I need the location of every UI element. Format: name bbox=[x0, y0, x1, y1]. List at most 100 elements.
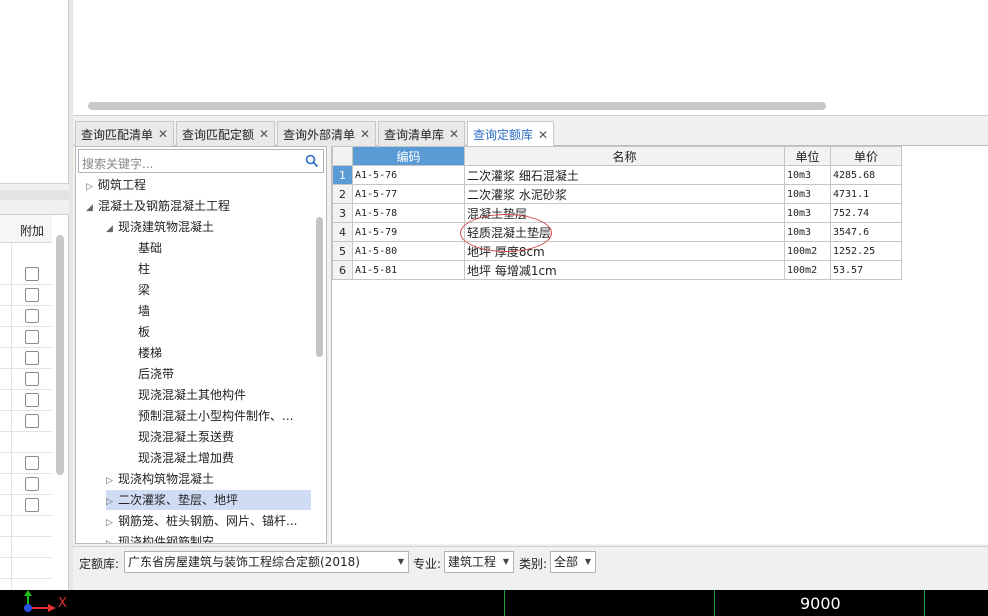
cell-name[interactable]: 地坪 每增减1cm bbox=[464, 260, 785, 280]
column-header-code[interactable]: 编码 bbox=[352, 146, 465, 166]
left-grid-row bbox=[0, 264, 52, 285]
attach-checkbox[interactable] bbox=[25, 372, 39, 386]
tab-quota-library[interactable]: 查询定额库 ✕ bbox=[467, 121, 555, 147]
cell-code[interactable]: A1-5-81 bbox=[352, 260, 465, 280]
cell-price[interactable]: 752.74 bbox=[830, 203, 902, 223]
table-row[interactable]: 1 A1-5-76 二次灌浆 细石混凝土 10m3 4285.68 bbox=[332, 165, 902, 185]
status-bar: X 9000 bbox=[0, 590, 988, 616]
close-icon[interactable]: ✕ bbox=[158, 127, 168, 141]
table-row[interactable]: 5 A1-5-80 地坪 厚度8cm 100m2 1252.25 bbox=[332, 241, 902, 261]
tree-scrollbar[interactable] bbox=[316, 217, 323, 357]
tree-node-column[interactable]: 柱 bbox=[138, 259, 150, 279]
horizontal-scrollbar[interactable] bbox=[88, 102, 826, 110]
cell-unit[interactable]: 10m3 bbox=[784, 203, 831, 223]
attach-column-header: 附加 bbox=[20, 224, 45, 238]
cell-price[interactable]: 3547.6 bbox=[830, 222, 902, 242]
cell-unit[interactable]: 100m2 bbox=[784, 260, 831, 280]
attach-checkbox[interactable] bbox=[25, 288, 39, 302]
cell-price[interactable]: 4731.1 bbox=[830, 184, 902, 204]
attach-checkbox[interactable] bbox=[25, 414, 39, 428]
tab-list-library[interactable]: 查询清单库 ✕ bbox=[378, 121, 466, 146]
tree-node-rebar-install[interactable]: ▷ 现浇构件钢筋制安 bbox=[106, 532, 215, 544]
tree-node-label: 梁 bbox=[138, 283, 151, 297]
tree-node-pumping-fee[interactable]: 现浇混凝土泵送费 bbox=[138, 427, 234, 447]
tree-node-foundation[interactable]: 基础 bbox=[138, 238, 162, 258]
cell-unit[interactable]: 10m3 bbox=[784, 184, 831, 204]
left-grid-row bbox=[0, 411, 52, 432]
specialty-select[interactable]: 建筑工程 ▼ bbox=[444, 551, 514, 573]
cell-unit[interactable]: 10m3 bbox=[784, 165, 831, 185]
cell-name[interactable]: 二次灌浆 水泥砂浆 bbox=[464, 184, 785, 204]
table-row[interactable]: 6 A1-5-81 地坪 每增减1cm 100m2 53.57 bbox=[332, 260, 902, 280]
tree-node-label: 现浇混凝土泵送费 bbox=[138, 430, 235, 444]
expand-arrow-icon[interactable]: ▷ bbox=[106, 534, 118, 543]
attach-checkbox[interactable] bbox=[25, 309, 39, 323]
tab-external-list[interactable]: 查询外部清单 ✕ bbox=[277, 121, 377, 146]
table-row[interactable]: 4 A1-5-79 轻质混凝土垫层 10m3 3547.6 bbox=[332, 222, 902, 242]
attach-checkbox[interactable] bbox=[25, 330, 39, 344]
search-input[interactable]: 搜索关键字... bbox=[78, 149, 324, 173]
tree-node-cast-building[interactable]: ◢ 现浇建筑物混凝土 bbox=[106, 217, 214, 237]
close-icon[interactable]: ✕ bbox=[360, 127, 370, 141]
tree-node-wall[interactable]: 墙 bbox=[138, 301, 150, 321]
search-icon[interactable] bbox=[305, 154, 319, 168]
cell-unit[interactable]: 10m3 bbox=[784, 222, 831, 242]
cell-price[interactable]: 53.57 bbox=[830, 260, 902, 280]
tree-node-cast-structure[interactable]: ▷ 现浇构筑物混凝土 bbox=[106, 469, 214, 489]
tree-node-post-pour-strip[interactable]: 后浇带 bbox=[138, 364, 174, 384]
tree-node-other-components[interactable]: 现浇混凝土其他构件 bbox=[138, 385, 246, 405]
tree-node-label: 现浇构件钢筋制安 bbox=[118, 535, 215, 544]
cell-code[interactable]: A1-5-80 bbox=[352, 241, 465, 261]
cell-price[interactable]: 4285.68 bbox=[830, 165, 902, 185]
attach-checkbox[interactable] bbox=[25, 456, 39, 470]
close-icon[interactable]: ✕ bbox=[449, 127, 459, 141]
expand-arrow-icon[interactable]: ▷ bbox=[106, 492, 118, 512]
cell-name[interactable]: 二次灌浆 细石混凝土 bbox=[464, 165, 785, 185]
tree-node-grouting-selected[interactable]: ▷ 二次灌浆、垫层、地坪 bbox=[106, 490, 311, 510]
attach-checkbox[interactable] bbox=[25, 267, 39, 281]
tree-node-beam[interactable]: 梁 bbox=[138, 280, 150, 300]
tab-bar: 查询匹配清单 ✕ 查询匹配定额 ✕ 查询外部清单 ✕ 查询清单库 ✕ 查询定额库 ✕ bbox=[73, 118, 988, 147]
tree-node-precast-small[interactable]: 预制混凝土小型构件制作、... bbox=[138, 406, 293, 426]
tab-match-quota[interactable]: 查询匹配定额 ✕ bbox=[176, 121, 276, 146]
attach-checkbox[interactable] bbox=[25, 393, 39, 407]
tab-match-list[interactable]: 查询匹配清单 ✕ bbox=[75, 121, 175, 146]
tree-node-slab[interactable]: 板 bbox=[138, 322, 150, 342]
row-number: 6 bbox=[332, 260, 353, 280]
collapse-arrow-icon[interactable]: ◢ bbox=[106, 219, 118, 239]
expand-arrow-icon[interactable]: ▷ bbox=[86, 177, 98, 197]
close-icon[interactable]: ✕ bbox=[259, 127, 269, 141]
table-row[interactable]: 3 A1-5-78 混凝土垫层 10m3 752.74 bbox=[332, 203, 902, 223]
tab-label: 查询外部清单 bbox=[283, 127, 356, 142]
category-select[interactable]: 全部 ▼ bbox=[550, 551, 596, 573]
tree-node-label: 现浇混凝土增加费 bbox=[138, 451, 235, 465]
cell-code[interactable]: A1-5-76 bbox=[352, 165, 465, 185]
column-header-price[interactable]: 单价 bbox=[830, 146, 902, 166]
filter-bar: 定额库: 广东省房屋建筑与装饰工程综合定额(2018) ▼ 专业: 建筑工程 ▼ 类… bbox=[73, 546, 988, 576]
tree-node-label: 柱 bbox=[138, 262, 151, 276]
attach-checkbox[interactable] bbox=[25, 477, 39, 491]
cell-code[interactable]: A1-5-79 bbox=[352, 222, 465, 242]
expand-arrow-icon[interactable]: ▷ bbox=[106, 513, 118, 533]
chevron-down-icon: ▼ bbox=[397, 557, 404, 566]
collapse-arrow-icon[interactable]: ◢ bbox=[86, 198, 98, 218]
left-grid-row bbox=[0, 537, 52, 558]
close-icon[interactable]: ✕ bbox=[538, 128, 548, 142]
expand-arrow-icon[interactable]: ▷ bbox=[106, 471, 118, 491]
tree-node-additional-fee[interactable]: 现浇混凝土增加费 bbox=[138, 448, 234, 468]
cell-code[interactable]: A1-5-77 bbox=[352, 184, 465, 204]
attach-checkbox[interactable] bbox=[25, 351, 39, 365]
library-select[interactable]: 广东省房屋建筑与装饰工程综合定额(2018) ▼ bbox=[124, 551, 409, 573]
table-row[interactable]: 2 A1-5-77 二次灌浆 水泥砂浆 10m3 4731.1 bbox=[332, 184, 902, 204]
tree-node-stairs[interactable]: 楼梯 bbox=[138, 343, 162, 363]
tree-node-masonry[interactable]: ▷ 砌筑工程 bbox=[86, 175, 146, 195]
column-header-unit[interactable]: 单位 bbox=[784, 146, 831, 166]
column-header-name[interactable]: 名称 bbox=[464, 146, 785, 166]
left-grid-scrollbar[interactable] bbox=[56, 235, 64, 475]
attach-checkbox[interactable] bbox=[25, 498, 39, 512]
cell-price[interactable]: 1252.25 bbox=[830, 241, 902, 261]
cell-unit[interactable]: 100m2 bbox=[784, 241, 831, 261]
cell-code[interactable]: A1-5-78 bbox=[352, 203, 465, 223]
tree-node-concrete[interactable]: ◢ 混凝土及钢筋混凝土工程 bbox=[86, 196, 230, 216]
tree-node-rebar-cage[interactable]: ▷ 钢筋笼、桩头钢筋、网片、锚杆... bbox=[106, 511, 297, 531]
